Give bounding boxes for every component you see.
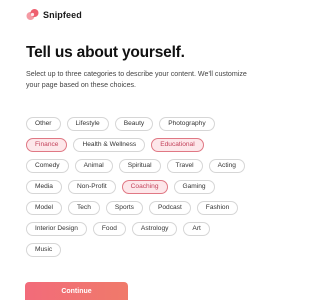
- category-chip-interior-design[interactable]: Interior Design: [26, 222, 87, 236]
- category-chip-other[interactable]: Other: [26, 117, 61, 131]
- category-chip-educational[interactable]: Educational: [151, 138, 204, 152]
- category-chip-photography[interactable]: Photography: [159, 117, 215, 131]
- category-chip-food[interactable]: Food: [92, 222, 126, 236]
- category-row: Interior Design Food Astrology Art: [26, 222, 261, 236]
- category-chip-comedy[interactable]: Comedy: [26, 159, 69, 173]
- category-chip-health-and-wellness[interactable]: Health & Wellness: [73, 138, 146, 152]
- category-chip-animal[interactable]: Animal: [74, 159, 113, 173]
- onboarding-page: Snipfeed Tell us about yourself. Select …: [0, 0, 275, 300]
- category-chip-acting[interactable]: Acting: [208, 159, 245, 173]
- brand-header[interactable]: Snipfeed: [26, 8, 82, 21]
- category-chip-podcast[interactable]: Podcast: [148, 201, 191, 215]
- category-row: Finance Health & Wellness Educational: [26, 138, 261, 152]
- snipfeed-logo-icon: [26, 8, 39, 21]
- category-row: Media Non-Profit Coaching Gaming: [26, 180, 261, 194]
- category-chip-gaming[interactable]: Gaming: [173, 180, 215, 194]
- category-row: Other Lifestyle Beauty Photography: [26, 117, 261, 131]
- category-chip-travel[interactable]: Travel: [166, 159, 203, 173]
- continue-button[interactable]: Continue: [25, 282, 128, 300]
- page-title: Tell us about yourself.: [26, 44, 185, 61]
- category-chip-tech[interactable]: Tech: [67, 201, 100, 215]
- brand-name: Snipfeed: [43, 9, 82, 20]
- category-row: Music: [26, 243, 261, 257]
- category-row: Comedy Animal Spiritual Travel Acting: [26, 159, 261, 173]
- category-chip-lifestyle[interactable]: Lifestyle: [66, 117, 109, 131]
- category-chip-finance[interactable]: Finance: [26, 138, 68, 152]
- category-chip-sports[interactable]: Sports: [105, 201, 143, 215]
- category-chip-art[interactable]: Art: [183, 222, 210, 236]
- category-chip-music[interactable]: Music: [26, 243, 62, 257]
- category-chip-spiritual[interactable]: Spiritual: [118, 159, 161, 173]
- page-subtitle: Select up to three categories to describ…: [26, 70, 247, 89]
- category-row: Model Tech Sports Podcast Fashion: [26, 201, 261, 215]
- category-chip-coaching[interactable]: Coaching: [121, 180, 168, 194]
- category-chip-model[interactable]: Model: [26, 201, 62, 215]
- category-chip-non-profit[interactable]: Non-Profit: [67, 180, 116, 194]
- category-chip-fashion[interactable]: Fashion: [196, 201, 239, 215]
- category-chip-group: Other Lifestyle Beauty Photography Finance He…: [26, 117, 261, 264]
- category-chip-beauty[interactable]: Beauty: [114, 117, 154, 131]
- category-chip-media[interactable]: Media: [26, 180, 62, 194]
- category-chip-astrology[interactable]: Astrology: [131, 222, 178, 236]
